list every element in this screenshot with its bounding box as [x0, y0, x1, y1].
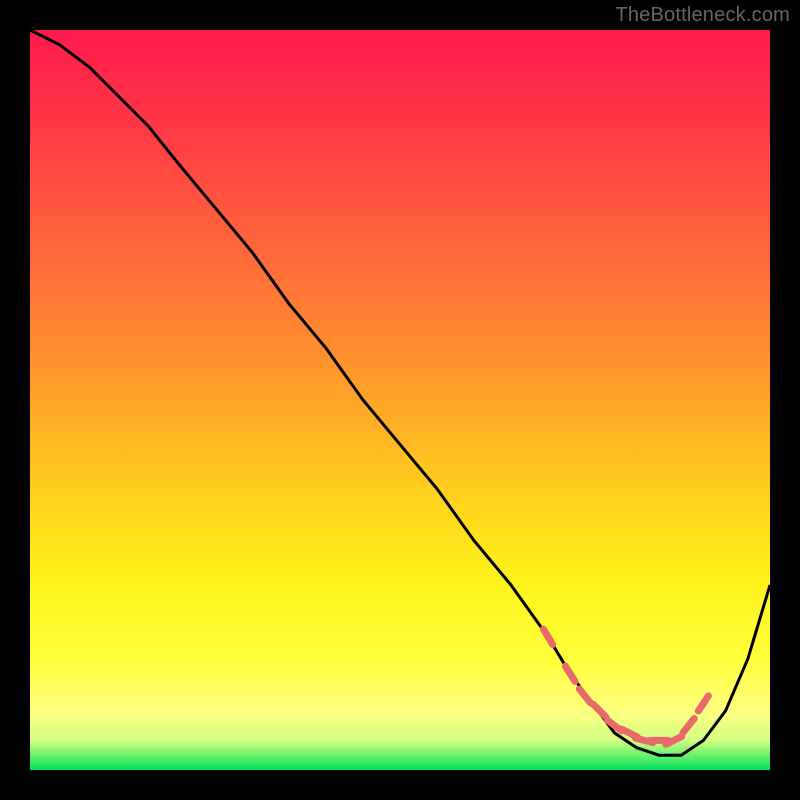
chart-stage: TheBottleneck.com: [0, 0, 800, 800]
bottleneck-chart: [30, 30, 770, 770]
watermark-text: TheBottleneck.com: [615, 4, 790, 27]
gradient-background: [30, 30, 770, 770]
